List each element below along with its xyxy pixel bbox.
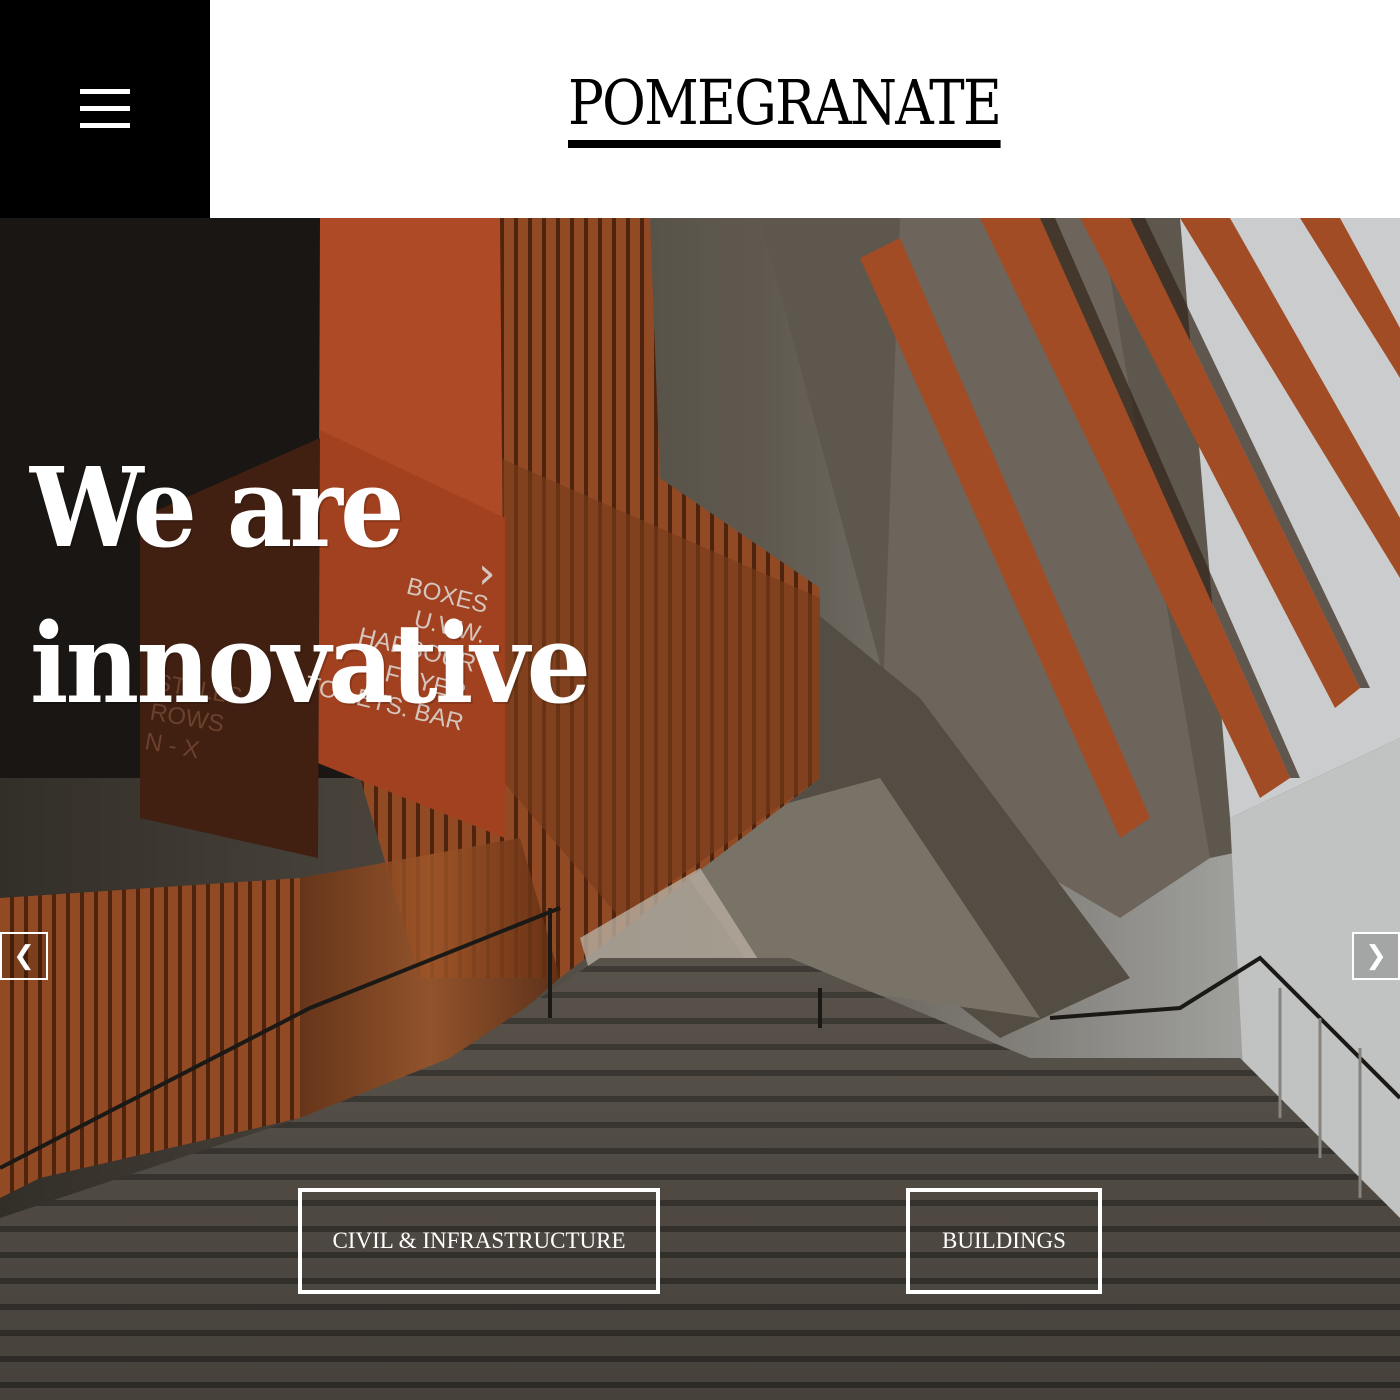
chevron-right-icon: ❯: [1365, 941, 1387, 971]
hero-headline-line1: We are: [30, 443, 404, 572]
site-logo[interactable]: POMEGRANATE: [568, 72, 1002, 148]
site-header: POMEGRANATE: [0, 0, 1400, 218]
buildings-button[interactable]: BUILDINGS: [906, 1188, 1102, 1294]
hamburger-menu-icon-bar-bottom: [80, 123, 130, 128]
hero-background-photo: BOXES U.V.W. HARBOUR FOYER TOILETS. BAR …: [0, 218, 1400, 1400]
menu-button[interactable]: [0, 0, 210, 218]
civil-infrastructure-button[interactable]: CIVIL & INFRASTRUCTURE: [298, 1188, 660, 1294]
hero-headline: We are innovative: [30, 430, 591, 742]
hamburger-menu-icon-bar-middle: [80, 106, 130, 111]
hero-headline-line2: innovative: [30, 599, 591, 728]
hamburger-menu-icon-bar-top: [80, 89, 130, 94]
carousel-next-button[interactable]: ❯: [1352, 932, 1400, 980]
chevron-left-icon: ❮: [13, 941, 35, 971]
hero-slider: BOXES U.V.W. HARBOUR FOYER TOILETS. BAR …: [0, 218, 1400, 1400]
carousel-prev-button[interactable]: ❮: [0, 932, 48, 980]
